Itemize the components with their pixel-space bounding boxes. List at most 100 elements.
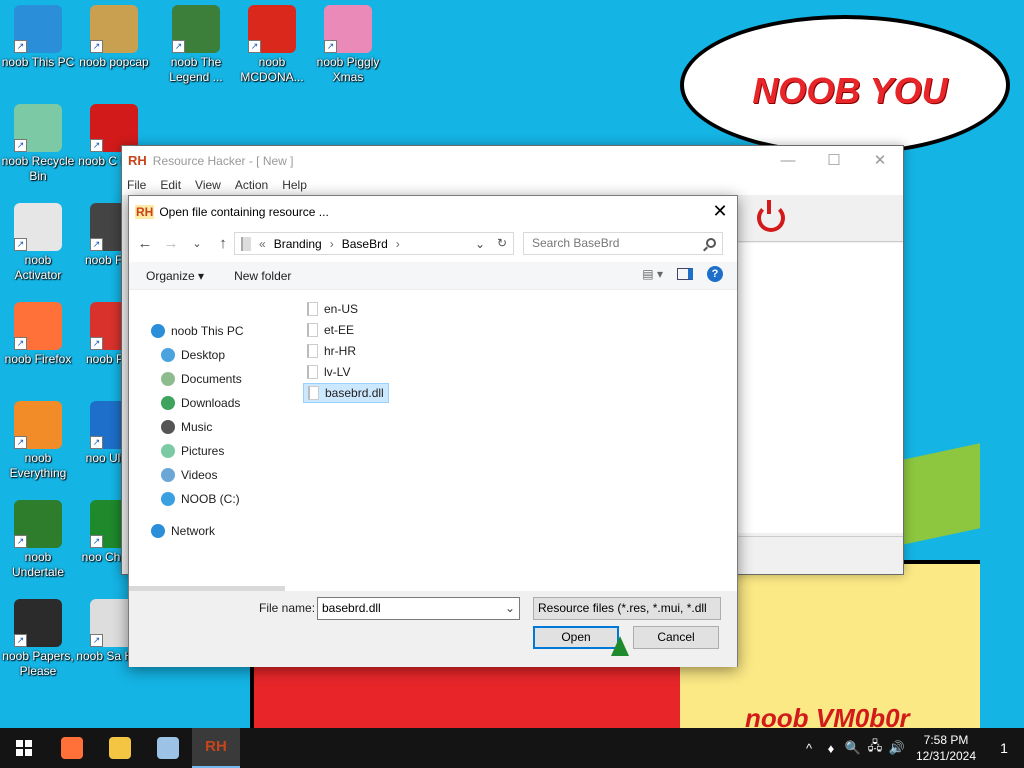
tree-item[interactable]: Network [151, 520, 215, 542]
change-view-button[interactable]: ▤ ▾ [642, 267, 663, 281]
tray-app-icon[interactable]: ♦ [820, 741, 842, 756]
notepad-icon [157, 737, 179, 759]
desktop-icon[interactable]: ↗ noob Piggly Xmas [310, 5, 386, 85]
menu-view[interactable]: View [195, 178, 221, 192]
shortcut-arrow-icon: ↗ [90, 238, 103, 251]
tree-item[interactable]: Documents [161, 368, 242, 390]
desktop-icon[interactable]: ↗ noob This PC [0, 5, 76, 70]
help-icon[interactable]: ? [707, 266, 723, 282]
desktop-icon[interactable]: ↗ noob The Legend ... [158, 5, 234, 85]
close-button[interactable]: ✕ [857, 146, 903, 175]
refresh-button[interactable]: ↻ [491, 232, 514, 255]
tree-item[interactable]: Videos [161, 464, 217, 486]
shortcut-arrow-icon: ↗ [14, 238, 27, 251]
open-button[interactable]: Open [533, 626, 619, 649]
tree-item[interactable]: Downloads [161, 392, 240, 414]
search-input[interactable]: Search BaseBrd [523, 232, 723, 255]
dialog-titlebar[interactable]: RH Open file containing resource ... ✕ [129, 196, 737, 227]
file-item[interactable]: et-EE [303, 320, 358, 340]
recent-locations-dropdown[interactable]: ⌄ [189, 237, 205, 250]
file-item[interactable]: lv-LV [303, 362, 354, 382]
tree-item[interactable]: noob This PC [151, 320, 244, 342]
breadcrumb-branding[interactable]: Branding [274, 237, 322, 251]
tree-item-icon [161, 492, 175, 506]
shortcut-arrow-icon: ↗ [14, 535, 27, 548]
file-item[interactable]: en-US [303, 299, 362, 319]
rh-titlebar[interactable]: RH Resource Hacker - [ New ] — ☐ ✕ [122, 146, 903, 175]
desktop-icon[interactable]: ↗ noob Firefox [0, 302, 76, 367]
menu-action[interactable]: Action [235, 178, 268, 192]
folder-icon [307, 323, 318, 337]
taskbar-resource-hacker-button[interactable]: RH [192, 728, 240, 768]
menu-edit[interactable]: Edit [160, 178, 181, 192]
network-icon[interactable]: 🖧 [864, 737, 886, 759]
rh-title: Resource Hacker - [ New ] [152, 153, 294, 168]
organize-button[interactable]: Organize ▾ [146, 269, 204, 283]
tree-item[interactable]: Pictures [161, 440, 224, 462]
search-icon [706, 238, 716, 248]
rh-content-pane[interactable] [737, 243, 903, 533]
tree-item[interactable]: NOOB (C:) [161, 488, 240, 510]
clock-date: 12/31/2024 [915, 749, 977, 763]
maximize-button[interactable]: ☐ [811, 146, 857, 175]
desktop-icon[interactable]: ↗ noob Recycle Bin [0, 104, 76, 184]
chevron-down-icon[interactable]: ⌄ [475, 237, 485, 251]
minimize-button[interactable]: — [765, 146, 811, 175]
breadcrumb-overflow[interactable]: « [259, 237, 266, 251]
tree-item-label: Music [181, 420, 213, 434]
notifications-button[interactable]: 1 [984, 740, 1024, 756]
file-item-label: et-EE [324, 323, 355, 337]
start-button[interactable] [0, 728, 48, 768]
cancel-button[interactable]: Cancel [633, 626, 719, 649]
desktop-icon[interactable]: ↗ noob Papers, Please [0, 599, 76, 679]
tray-search-icon[interactable]: 🔍 [842, 740, 864, 756]
shortcut-arrow-icon: ↗ [90, 337, 103, 350]
menu-help[interactable]: Help [282, 178, 307, 192]
taskbar-notepad-button[interactable] [144, 728, 192, 768]
file-item[interactable]: hr-HR [303, 341, 360, 361]
close-button[interactable]: ✕ [703, 196, 737, 227]
desktop-icon-label: noob Recycle Bin [1, 154, 75, 183]
christmas-tree-cursor-icon [611, 636, 629, 656]
address-bar[interactable]: « Branding › BaseBrd › ⌄ [234, 232, 514, 255]
file-item[interactable]: basebrd.dll [303, 383, 389, 403]
rh-statusbar [737, 536, 903, 556]
tree-item[interactable]: Music [161, 416, 212, 438]
desktop-icon[interactable]: ↗ noob MCDONA... [234, 5, 310, 85]
clock[interactable]: 7:58 PM 12/31/2024 [908, 732, 984, 764]
rh-menubar: File Edit View Action Help [122, 175, 903, 195]
folder-icon [307, 344, 318, 358]
taskbar-firefox-button[interactable] [48, 728, 96, 768]
tree-item[interactable]: Desktop [161, 344, 225, 366]
chevron-down-icon[interactable]: ⌄ [505, 598, 515, 619]
show-hidden-icons-icon[interactable]: ^ [798, 741, 820, 756]
file-name-input[interactable]: basebrd.dll ⌄ [317, 597, 520, 620]
shortcut-arrow-icon: ↗ [14, 337, 27, 350]
folder-icon [307, 365, 318, 379]
taskbar-file-explorer-button[interactable] [96, 728, 144, 768]
file-type-select[interactable]: Resource files (*.res, *.mui, *.dll [533, 597, 721, 620]
breadcrumb-separator[interactable]: › [396, 237, 400, 251]
menu-file[interactable]: File [127, 178, 146, 192]
breadcrumb-separator[interactable]: › [330, 237, 334, 251]
new-folder-button[interactable]: New folder [234, 269, 291, 283]
tree-item-icon [161, 348, 175, 362]
file-name-value: basebrd.dll [322, 601, 381, 615]
power-icon[interactable] [757, 200, 785, 232]
desktop-icon[interactable]: ↗ noob Everything [0, 401, 76, 481]
desktop-app-icon: ↗ [248, 5, 296, 53]
shortcut-arrow-icon: ↗ [172, 40, 185, 53]
desktop-icon[interactable]: ↗ noob popcap [76, 5, 152, 70]
volume-icon[interactable]: 🔊 [886, 740, 908, 756]
dialog-title: Open file containing resource ... [159, 204, 329, 219]
windows-logo-icon [16, 740, 32, 756]
rh-logo-icon: RH [128, 153, 147, 168]
preview-pane-icon[interactable] [677, 268, 693, 280]
desktop-icon-label: noob Undertale [11, 550, 65, 579]
up-button[interactable]: ↑ [215, 235, 231, 252]
desktop-icon[interactable]: ↗ noob Activator [0, 203, 76, 283]
forward-button[interactable]: → [163, 235, 179, 252]
breadcrumb-basebrd[interactable]: BaseBrd [342, 237, 388, 251]
back-button[interactable]: ← [137, 235, 153, 252]
desktop-icon[interactable]: ↗ noob Undertale [0, 500, 76, 580]
